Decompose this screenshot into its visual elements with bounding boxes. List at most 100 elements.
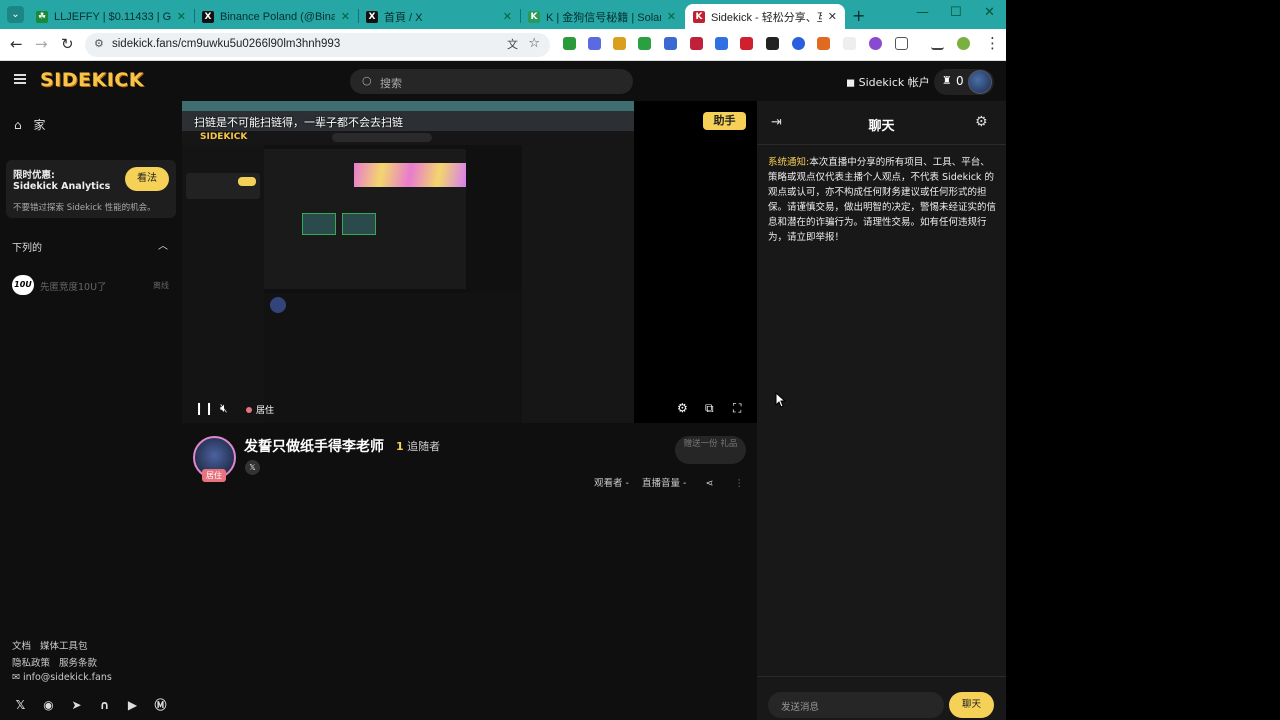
- gift-button[interactable]: 赠送一份 礼品: [675, 436, 746, 464]
- stream-metrics: 观看者 - 直播音量 - ⋖ ⋮: [594, 475, 744, 489]
- pause-icon[interactable]: ❙❙: [194, 401, 214, 415]
- account-button[interactable]: ◼ Sidekick 帐户: [846, 74, 930, 90]
- site-info-icon[interactable]: ⚙: [94, 37, 106, 51]
- terms-link[interactable]: 服务条款: [59, 658, 97, 669]
- close-tab-icon[interactable]: ✕: [177, 10, 186, 23]
- sidekick-favicon-icon: K: [693, 10, 705, 23]
- gmgn-favicon-icon: ☘: [36, 10, 48, 23]
- left-sidebar: ⌂ 家 限时优惠: Sidekick Analytics 不要错过探索 Side…: [0, 101, 182, 720]
- privacy-link[interactable]: 隐私政策: [12, 658, 50, 669]
- following-header[interactable]: 下列的: [12, 239, 42, 254]
- social-links: 𝕏 ◉ ➤ ∩ ▶ Ⓜ: [12, 697, 169, 715]
- media-kit-link[interactable]: 媒体工具包: [40, 641, 88, 652]
- sidekick-logo[interactable]: SIDEKICK: [40, 69, 144, 91]
- more-options-icon[interactable]: ⋮: [734, 478, 744, 489]
- mail-icon: ✉: [12, 672, 23, 683]
- hamburger-menu-icon[interactable]: [14, 74, 26, 84]
- fullscreen-icon[interactable]: ⛶: [733, 401, 741, 416]
- address-bar[interactable]: ⚙ sidekick.fans/cm9uwku5u0266l90lm3hnh99…: [85, 33, 550, 57]
- screen-share-frame: SIDEKICK: [182, 101, 634, 423]
- extensions-puzzle-icon[interactable]: [895, 37, 908, 50]
- url-text[interactable]: sidekick.fans/cm9uwku5u0266l90lm3hnh993: [112, 38, 340, 50]
- metamask-icon[interactable]: [817, 37, 830, 50]
- tab-gmgn[interactable]: ☘ LLJEFFY | $0.11433 | GMGN ✕: [28, 4, 194, 29]
- translate-icon[interactable]: 文: [507, 36, 518, 52]
- trophy-button[interactable]: ♜ 0: [934, 69, 994, 95]
- email-link[interactable]: ✉ info@sidekick.fans: [12, 672, 112, 683]
- maximize-icon[interactable]: ☐: [950, 5, 962, 20]
- back-icon[interactable]: ←: [10, 35, 23, 53]
- new-tab-icon[interactable]: +: [852, 6, 865, 25]
- extension-icon[interactable]: [638, 37, 651, 50]
- forward-icon[interactable]: →: [35, 35, 48, 53]
- mirror-banner: [354, 163, 466, 187]
- tab-solana-signals[interactable]: K K | 金狗信号秘籍 | Solana | Ch ✕: [520, 4, 684, 29]
- coinmarketcap-icon[interactable]: Ⓜ: [152, 697, 169, 714]
- youtube-icon[interactable]: ▶: [124, 697, 141, 714]
- chat-settings-icon[interactable]: ⚙: [975, 114, 988, 130]
- search-placeholder: 搜索: [380, 77, 402, 90]
- close-window-icon[interactable]: ✕: [984, 5, 995, 20]
- volume-muted-icon[interactable]: 🔇︎: [220, 401, 228, 416]
- mirror-thumb: [342, 213, 376, 235]
- assistant-button[interactable]: 助手: [703, 112, 746, 130]
- extension-icon[interactable]: [792, 37, 805, 50]
- close-tab-icon[interactable]: ✕: [503, 10, 512, 23]
- live-indicator: 居住: [246, 403, 274, 416]
- user-avatar[interactable]: [968, 70, 992, 94]
- nostr-icon[interactable]: ∩: [96, 697, 113, 714]
- extension-icon[interactable]: [613, 37, 626, 50]
- sidebar-item-home[interactable]: ⌂ 家: [14, 116, 45, 133]
- stream-caption: 扫链是不可能扫链得，一辈子都不会去扫链: [194, 116, 403, 129]
- more-menu-icon[interactable]: ⋮: [985, 34, 1000, 52]
- chevron-up-icon[interactable]: ︿: [158, 237, 168, 252]
- close-tab-icon[interactable]: ✕: [828, 10, 837, 23]
- tab-sidekick[interactable]: K Sidekick - 轻松分享、互动和 ✕: [685, 4, 845, 29]
- tab-search-button[interactable]: ⌄: [7, 6, 24, 23]
- home-icon: ⌂: [14, 118, 22, 132]
- chat-message-input[interactable]: 发送消息: [768, 692, 944, 718]
- mirror-tabstrip: [182, 101, 634, 111]
- following-item[interactable]: 10U 先匿竞度10U了 离线: [12, 275, 172, 295]
- x-favicon-icon: X: [202, 10, 214, 23]
- extension-icon[interactable]: [869, 37, 882, 50]
- promo-view-button[interactable]: 看法: [125, 167, 169, 191]
- extension-icon[interactable]: [690, 37, 703, 50]
- video-player[interactable]: SIDEKICK 扫链是不可能扫链得，一辈子都不会去扫链 助手 ❙❙ 🔇︎ 居住…: [182, 101, 757, 423]
- chat-panel: ⇥ 聊天 ⚙ 系统通知:本次直播中分享的所有项目、工具、平台、策略或观点仅代表主…: [757, 101, 1006, 720]
- profile-icon[interactable]: [957, 37, 970, 50]
- mouse-cursor-icon: [775, 392, 787, 408]
- search-input[interactable]: ○ 搜索: [350, 69, 633, 94]
- tab-strip: ⌄ ☘ LLJEFFY | $0.11433 | GMGN ✕ X Binanc…: [0, 0, 1006, 29]
- settings-icon[interactable]: ⚙: [677, 401, 688, 415]
- reading-list-icon[interactable]: [931, 37, 944, 50]
- extension-icon[interactable]: [740, 37, 753, 50]
- extension-icon[interactable]: [715, 37, 728, 50]
- extension-icon[interactable]: [563, 37, 576, 50]
- share-icon[interactable]: ⋖: [705, 478, 713, 489]
- browser-toolbar: ← → ↻ ⚙ sidekick.fans/cm9uwku5u0266l90lm…: [0, 29, 1006, 61]
- bookmark-star-icon[interactable]: ☆: [528, 36, 540, 51]
- x-icon[interactable]: 𝕏: [12, 697, 29, 714]
- streamer-x-icon[interactable]: 𝕏: [245, 460, 260, 475]
- minimize-icon[interactable]: —: [916, 5, 929, 20]
- extension-icon[interactable]: [843, 37, 856, 50]
- docs-link[interactable]: 文档: [12, 641, 31, 652]
- discord-icon[interactable]: ◉: [40, 697, 57, 714]
- promo-card: 限时优惠: Sidekick Analytics 不要错过探索 Sidekick…: [6, 160, 176, 218]
- telegram-icon[interactable]: ➤: [68, 697, 85, 714]
- extension-icon[interactable]: [588, 37, 601, 50]
- tab-x-home[interactable]: X 首頁 / X ✕: [358, 4, 520, 29]
- chat-send-button[interactable]: 聊天: [949, 692, 994, 718]
- extension-icon[interactable]: [664, 37, 677, 50]
- tab-binance-poland[interactable]: X Binance Poland (@BinanceP ✕: [194, 4, 358, 29]
- footer-links-row1: 文档 媒体工具包: [12, 638, 88, 652]
- sidekick-account-icon: ◼: [846, 76, 859, 89]
- live-badge: 居住: [202, 469, 226, 482]
- reload-icon[interactable]: ↻: [61, 35, 74, 53]
- stream-title: 发誓只做纸手得李老师: [244, 439, 384, 455]
- close-tab-icon[interactable]: ✕: [667, 10, 676, 23]
- picture-in-picture-icon[interactable]: ⧉: [705, 401, 714, 416]
- close-tab-icon[interactable]: ✕: [341, 10, 350, 23]
- extension-icon[interactable]: [766, 37, 779, 50]
